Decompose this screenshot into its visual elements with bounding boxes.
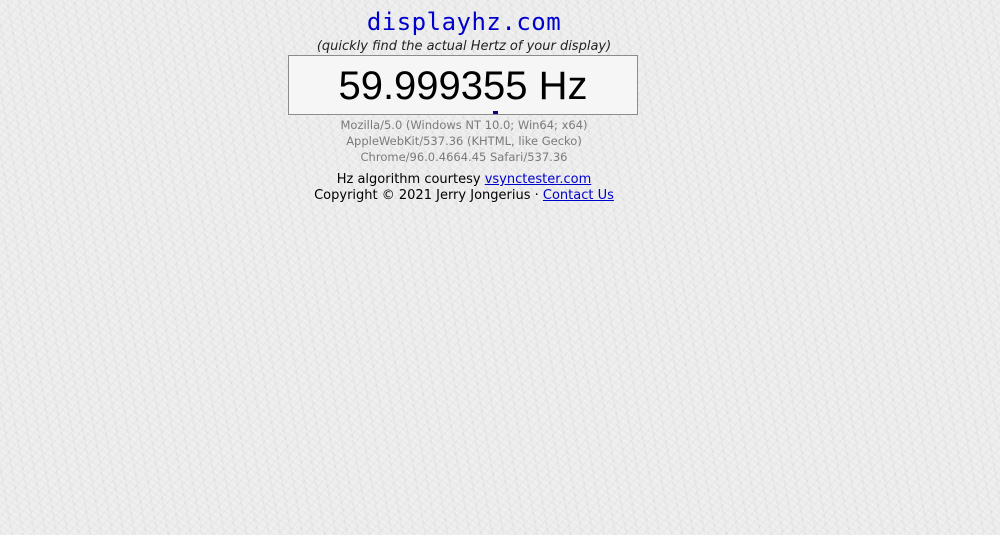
copyright-line: Copyright © 2021 Jerry Jongerius · Conta…	[0, 188, 928, 204]
user-agent-line-1: Mozilla/5.0 (Windows NT 10.0; Win64; x64…	[340, 118, 588, 132]
vsynctester-link[interactable]: vsynctester.com	[485, 172, 592, 187]
page-title: displayhz.com	[366, 8, 562, 36]
credits-block: Hz algorithm courtesy vsynctester.com Co…	[0, 172, 928, 204]
courtesy-line: Hz algorithm courtesy vsynctester.com	[0, 172, 928, 188]
user-agent-line-3: Chrome/96.0.4664.45 Safari/537.36	[360, 150, 568, 164]
user-agent-line-2: AppleWebKit/537.36 (KHTML, like Gecko)	[346, 134, 582, 148]
user-agent-block: Mozilla/5.0 (Windows NT 10.0; Win64; x64…	[0, 117, 928, 165]
contact-us-link[interactable]: Contact Us	[543, 188, 614, 203]
page-subtitle: (quickly find the actual Hertz of your d…	[316, 39, 612, 54]
courtesy-text: Hz algorithm courtesy	[336, 172, 485, 187]
hz-display-box: 59.999355 Hz	[288, 55, 638, 115]
hz-value: 59.999355 Hz	[338, 64, 588, 108]
progress-marker	[493, 111, 498, 114]
copyright-text: Copyright © 2021 Jerry Jongerius ·	[314, 188, 543, 203]
